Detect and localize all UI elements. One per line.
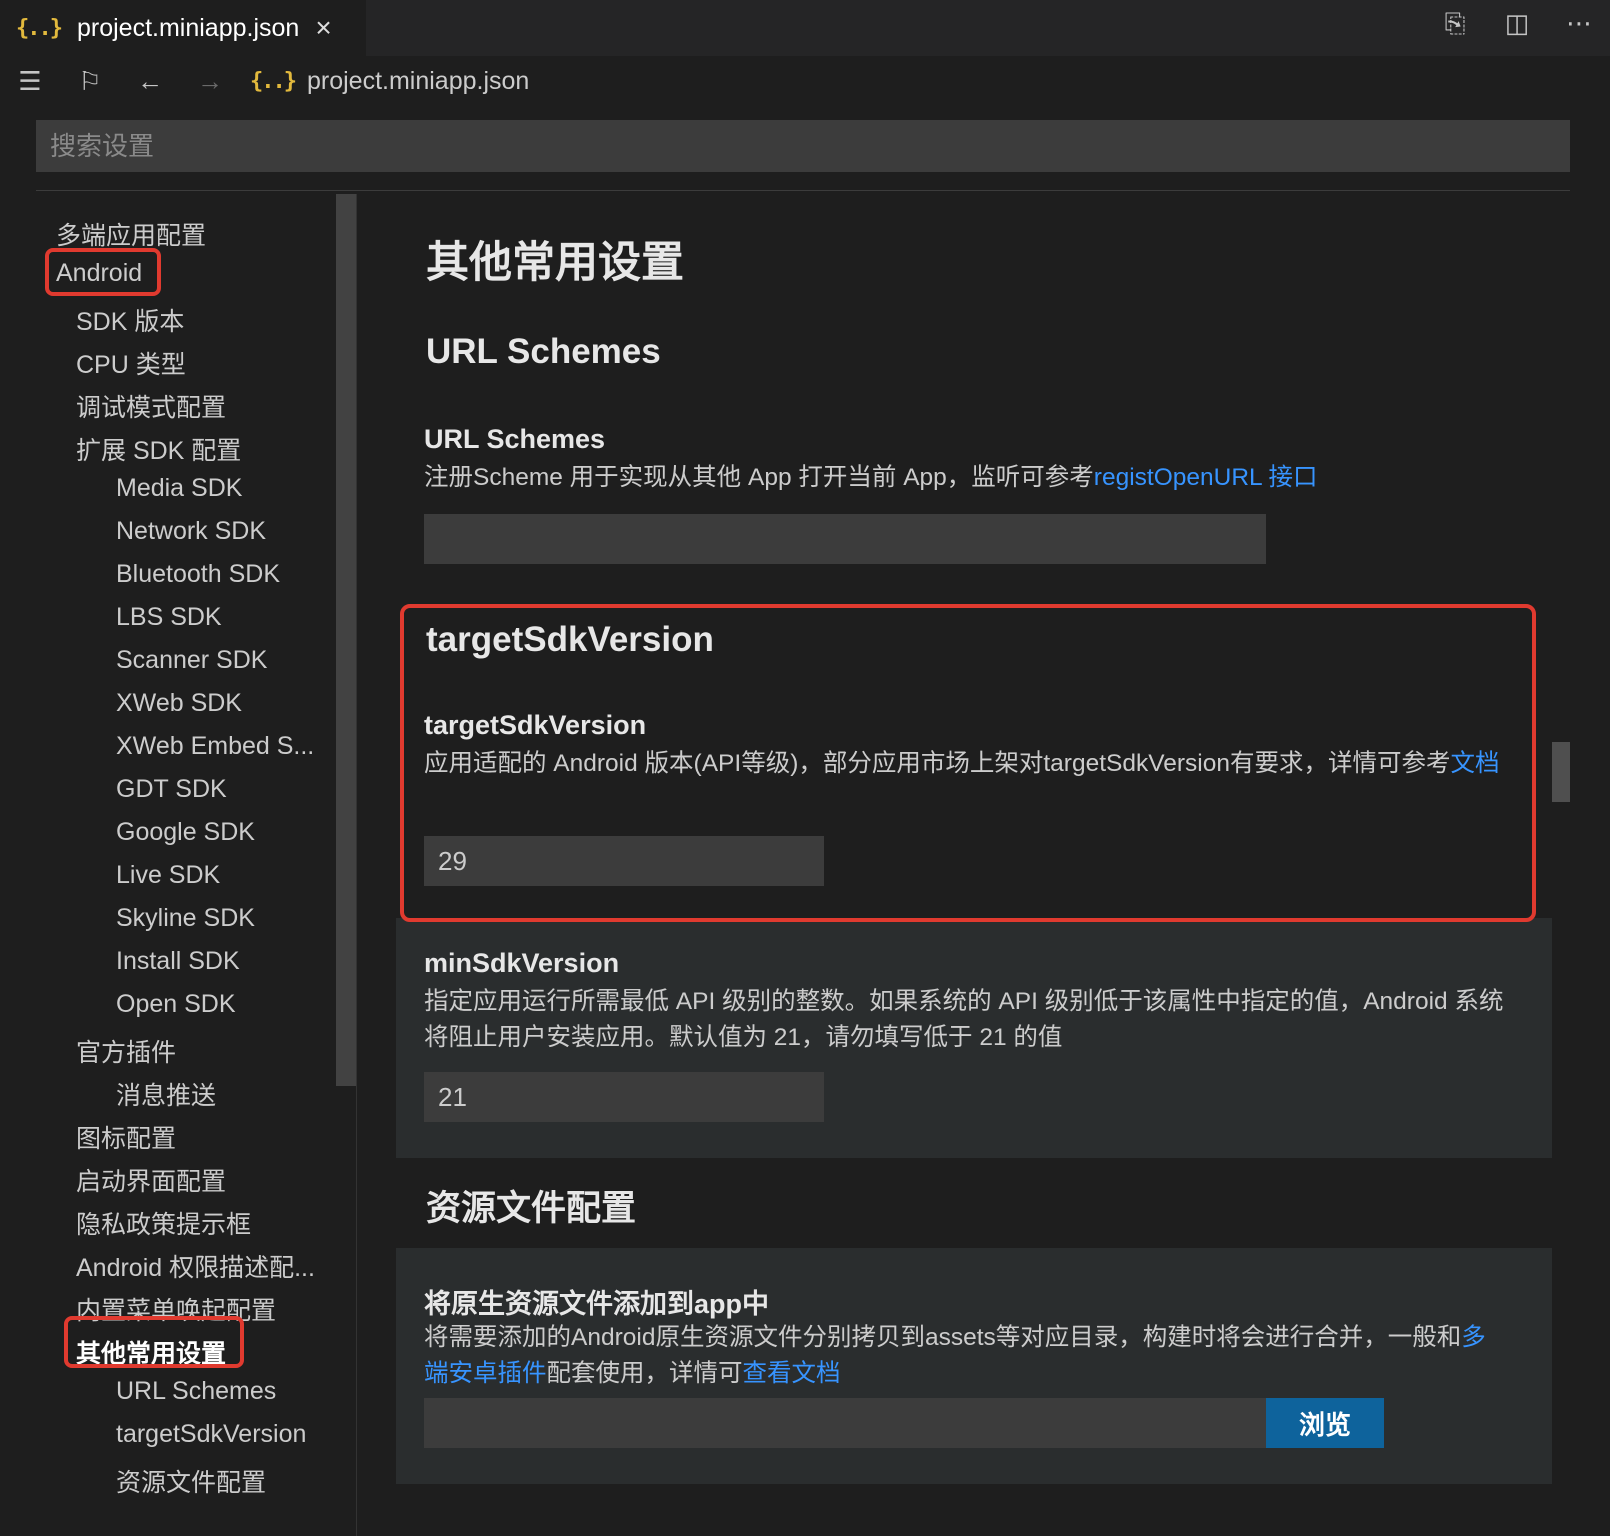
toc-item[interactable]: 图标配置 [76,1119,176,1155]
toc-item[interactable]: CPU 类型 [76,345,186,381]
toc-scrollbar-thumb[interactable] [336,194,356,1086]
list-icon[interactable]: ☰ [0,66,60,97]
tab-bar: {..} project.miniapp.json × ⎘ ◫ ⋯ [0,0,1610,56]
highlight-box [400,604,1536,922]
split-editor-icon[interactable]: ◫ [1500,8,1534,40]
json-file-icon: {..} [16,15,63,41]
setting-title: URL Schemes [424,424,606,454]
setting-description: 指定应用运行所需最低 API 级别的整数。如果系统的 API 级别低于该属性中指… [424,988,1504,1051]
close-icon[interactable]: × [315,14,331,42]
toc-item[interactable]: GDT SDK [116,775,227,804]
toc-item[interactable]: 隐私政策提示框 [76,1205,251,1241]
breadcrumb-file-label: project.miniapp.json [306,66,530,95]
breadcrumb: ☰ ⚐ ← → {..} project.miniapp.json [0,56,1610,106]
toc-item[interactable]: XWeb Embed S... [116,732,314,761]
toc-item[interactable]: 资源文件配置 [116,1463,266,1499]
min-sdk-input[interactable]: 21 [424,1072,824,1122]
description-text: 注册Scheme 用于实现从其他 App 打开当前 App，监听可参考 [424,464,1094,491]
toc-item[interactable]: Android 权限描述配... [76,1248,315,1284]
tab-title: project.miniapp.json [76,13,300,42]
resources-path-input[interactable] [424,1398,1266,1448]
toc-item[interactable]: Skyline SDK [116,904,255,933]
url-schemes-input[interactable] [424,514,1266,564]
forward-arrow-icon[interactable]: → [180,66,240,97]
toc-item[interactable]: Scanner SDK [116,646,267,675]
section-heading: URL Schemes [426,332,661,371]
toc-item[interactable]: XWeb SDK [116,689,242,718]
toc-item[interactable]: targetSdkVersion [116,1420,306,1449]
toc-item[interactable]: 官方插件 [76,1033,176,1069]
toc-item[interactable]: 扩展 SDK 配置 [76,431,241,467]
more-actions-icon[interactable]: ⋯ [1562,8,1596,40]
bookmark-icon[interactable]: ⚐ [60,66,120,97]
toc-item[interactable]: 启动界面配置 [76,1162,226,1198]
toc-item[interactable]: SDK 版本 [76,302,184,338]
toc-item[interactable]: Media SDK [116,474,242,503]
toc-divider [356,194,357,1536]
breadcrumb-file[interactable]: {..} project.miniapp.json [250,67,529,96]
section-heading: 资源文件配置 [426,1189,637,1228]
description-text: 配套使用，详情可 [546,1360,743,1387]
browse-button[interactable]: 浏览 [1266,1398,1384,1448]
toc-item[interactable]: Live SDK [116,861,220,890]
highlight-box [64,1316,244,1368]
regist-open-url-link[interactable]: registOpenURL 接口 [1094,464,1318,491]
divider [36,190,1570,191]
description-text: 将需要添加的Android原生资源文件分别拷贝到assets等对应目录，构建时将… [424,1324,1462,1351]
search-input[interactable] [36,120,1570,172]
toc-item[interactable]: URL Schemes [116,1377,276,1406]
toc-item[interactable]: Network SDK [116,517,266,546]
toc-item[interactable]: 消息推送 [116,1076,216,1112]
open-changes-icon[interactable]: ⎘ [1438,8,1472,40]
toc-item[interactable]: LBS SDK [116,603,222,632]
setting-title: minSdkVersion [424,948,620,978]
view-docs-link[interactable]: 查看文档 [743,1360,841,1387]
setting-title: 将原生资源文件添加到app中 [424,1289,770,1319]
editor-tab[interactable]: {..} project.miniapp.json × [0,0,366,56]
back-arrow-icon[interactable]: ← [120,66,180,97]
toc-item[interactable]: 调试模式配置 [76,388,226,424]
json-file-icon: {..} [250,68,297,94]
setting-description: 注册Scheme 用于实现从其他 App 打开当前 App，监听可参考regis… [424,460,1504,496]
toc-item[interactable]: Google SDK [116,818,255,847]
toc-item[interactable]: 多端应用配置 [56,216,206,252]
toc-item[interactable]: Open SDK [116,990,236,1019]
toc-item[interactable]: Install SDK [116,947,240,976]
settings-editor: 多端应用配置 Android SDK 版本 CPU 类型 调试模式配置 扩展 S… [0,106,1610,1536]
toc-item[interactable]: Bluetooth SDK [116,560,280,589]
content-scrollbar-thumb[interactable] [1552,742,1570,802]
editor-actions: ⎘ ◫ ⋯ [1438,8,1596,40]
highlight-box [45,248,161,296]
setting-description: 将需要添加的Android原生资源文件分别拷贝到assets等对应目录，构建时将… [424,1320,1504,1392]
page-title: 其他常用设置 [426,239,684,287]
